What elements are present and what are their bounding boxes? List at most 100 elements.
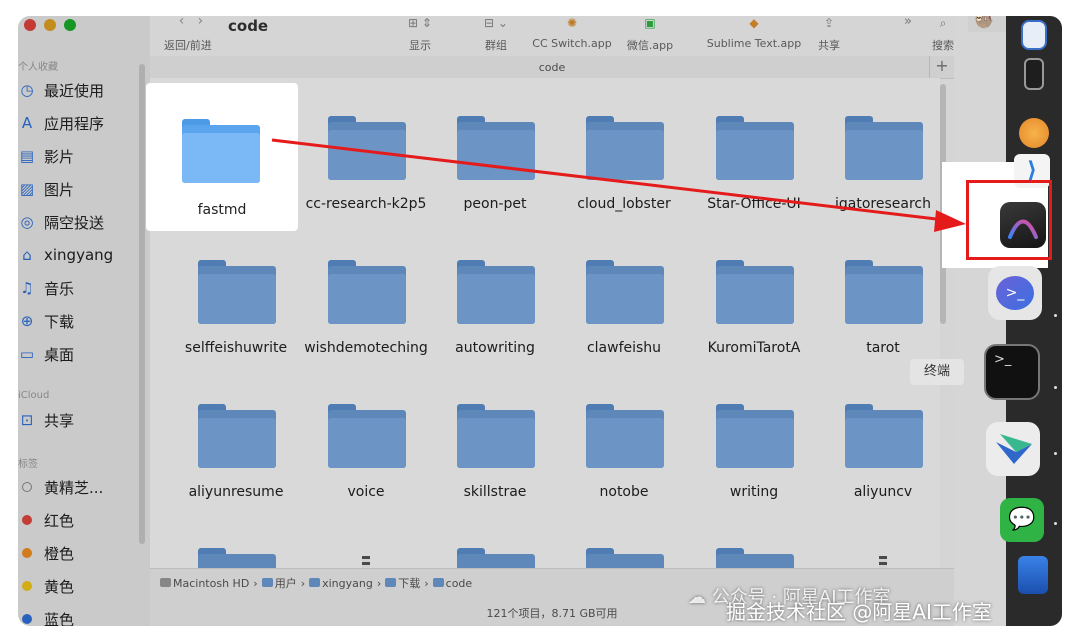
sidebar-tag-item[interactable]: 橙色 — [18, 540, 74, 566]
folder-item[interactable] — [168, 510, 304, 568]
folder-item[interactable]: Star-Office-UI — [686, 78, 822, 218]
window-controls — [24, 19, 76, 31]
minimize-button[interactable] — [44, 19, 56, 31]
group-button[interactable]: ⊟ ⌄ 群组 — [476, 16, 516, 52]
folder-item[interactable]: autowriting — [427, 222, 563, 362]
sidebar-item-recents[interactable]: ◷ 最近使用 — [18, 77, 104, 103]
feishu-app-icon[interactable] — [986, 422, 1040, 476]
folder-item[interactable]: aliyunresume — [168, 366, 304, 506]
folder-item[interactable]: tarot — [815, 222, 940, 362]
folder-item[interactable]: igatoresearch — [815, 78, 940, 218]
desktop-icon: ▭ — [19, 345, 35, 363]
folder-name: fastmd — [197, 202, 247, 218]
folder-item[interactable]: clawfeishu — [556, 222, 692, 362]
cc-switch-app-button[interactable]: ✺ CC Switch.app — [530, 16, 614, 50]
chevron-right-icon: › — [376, 576, 382, 590]
folder-item[interactable] — [686, 510, 822, 568]
folder-icon-front — [716, 274, 794, 324]
zip-archive-icon[interactable] — [362, 556, 370, 568]
new-tab-button[interactable]: + — [929, 56, 954, 78]
folder-item[interactable]: aliyuncv — [815, 366, 940, 506]
folder-icon-front — [845, 130, 923, 180]
sidebar-item-airdrop[interactable]: ◎ 隔空投送 — [18, 209, 104, 235]
sidebar-item-label: 红色 — [44, 511, 75, 530]
tab-bar: code + — [150, 56, 954, 79]
breadcrumb-item[interactable]: 下载 — [385, 575, 420, 591]
disk-icon — [160, 577, 171, 587]
sidebar-item-shared[interactable]: ⊡ 共享 — [18, 407, 74, 433]
back-forward-button[interactable]: ‹ › 返回/前进 — [164, 16, 218, 52]
breadcrumb-item[interactable]: 用户 — [261, 575, 297, 591]
breadcrumb-item[interactable]: code — [432, 576, 473, 590]
sparkle-app-icon[interactable] — [1019, 118, 1049, 148]
folder-icon-front — [845, 418, 923, 468]
sidebar-tag-item[interactable]: 红色 — [18, 507, 74, 533]
search-button[interactable]: ⌕ 搜索 — [928, 16, 958, 52]
folder-item[interactable]: voice — [298, 366, 434, 506]
sidebar: 个人收藏 ◷ 最近使用 A 应用程序 ▤ 影片 ▨ 图片 ◎ 隔空投送 ⌂ xi… — [18, 16, 150, 626]
xcode-dock-icon[interactable] — [1018, 556, 1048, 594]
folder-item[interactable]: KuromiTarotA — [686, 222, 822, 362]
folder-item[interactable]: peon-pet — [427, 78, 563, 218]
breadcrumb: Macintosh HD › 用户 › xingyang › 下载 › code — [160, 575, 472, 591]
sidebar-item-movies[interactable]: ▤ 影片 — [18, 143, 74, 169]
sidebar-item-home[interactable]: ⌂ xingyang — [18, 242, 113, 268]
sidebar-item-downloads[interactable]: ⊕ 下载 — [18, 308, 74, 334]
sidebar-item-applications[interactable]: A 应用程序 — [18, 110, 104, 136]
speech-bubble-app-icon[interactable] — [1021, 20, 1047, 50]
tag-dot-icon — [22, 548, 32, 558]
selected-folder-fastmd[interactable]: fastmd — [146, 83, 298, 231]
breadcrumb-item[interactable]: Macintosh HD — [160, 577, 249, 590]
sidebar-item-label: 图片 — [44, 180, 75, 199]
music-icon: ♫ — [20, 279, 34, 297]
terminal-app-icon[interactable]: >_ — [984, 344, 1040, 400]
sidebar-tag-item[interactable]: 黄色 — [18, 573, 74, 599]
folder-name: notobe — [599, 484, 649, 500]
folder-item[interactable]: cc-research-k2p5 — [298, 78, 434, 218]
folder-name: skillstrae — [463, 484, 527, 500]
tab-title: code — [538, 61, 566, 74]
sidebar-item-desktop[interactable]: ▭ 桌面 — [18, 341, 74, 367]
sidebar-item-label: 桌面 — [44, 345, 75, 364]
terminal-cloud-app-icon[interactable]: >_ — [988, 266, 1042, 320]
close-button[interactable] — [24, 19, 36, 31]
folder-item[interactable] — [427, 510, 563, 568]
more-icon[interactable]: » — [904, 16, 912, 29]
folder-item[interactable]: writing — [686, 366, 822, 506]
folder-name: aliyunresume — [188, 484, 284, 500]
watermark-juejin: 掘金技术社区 @阿星AI工作室 — [726, 600, 992, 624]
sidebar-tag-item[interactable]: 蓝色 — [18, 606, 74, 626]
zoom-button[interactable] — [64, 19, 76, 31]
iphone-mirroring-icon[interactable] — [1024, 58, 1044, 90]
tag-dot-icon — [22, 581, 32, 591]
wechat-app-button[interactable]: ▣ 微信.app — [620, 16, 680, 52]
sublime-text-app-button[interactable]: ◆ Sublime Text.app — [704, 16, 804, 50]
zip-archive-icon[interactable] — [879, 556, 887, 568]
shared-folder-icon: ⊡ — [20, 411, 34, 429]
folder-item[interactable]: wishdemoteching — [298, 222, 434, 362]
folder-item[interactable]: notobe — [556, 366, 692, 506]
wechat-dock-icon[interactable]: 💬 — [1000, 498, 1044, 542]
wechat-app-icon: ▣ — [644, 16, 656, 30]
sidebar-item-label: xingyang — [44, 246, 114, 264]
sidebar-item-pictures[interactable]: ▨ 图片 — [18, 176, 74, 202]
share-icon: ⇪ — [823, 16, 835, 30]
sidebar-tag-item[interactable]: 黄精芝... — [18, 474, 103, 500]
folder-item[interactable]: selffeishuwrite — [168, 222, 304, 362]
folder-item[interactable]: cloud_lobster — [556, 78, 692, 218]
folder-icon-front — [457, 130, 535, 180]
cc-switch-app-icon: ✺ — [566, 16, 578, 30]
folder-item[interactable] — [556, 510, 692, 568]
view-button[interactable]: ⊞ ⇕ 显示 — [400, 16, 440, 52]
share-button[interactable]: ⇪ 共享 — [814, 16, 844, 52]
sidebar-scrollbar[interactable] — [139, 64, 145, 544]
folder-icon-body — [716, 554, 794, 568]
airdrop-icon: ◎ — [20, 213, 34, 231]
sidebar-item-music[interactable]: ♫ 音乐 — [18, 275, 74, 301]
folder-name: cc-research-k2p5 — [305, 196, 427, 212]
feishu-logo-icon — [996, 434, 1032, 464]
window-title: code — [228, 17, 269, 35]
folder-item[interactable]: skillstrae — [427, 366, 563, 506]
breadcrumb-label: code — [445, 576, 473, 590]
breadcrumb-item[interactable]: xingyang — [309, 577, 373, 590]
